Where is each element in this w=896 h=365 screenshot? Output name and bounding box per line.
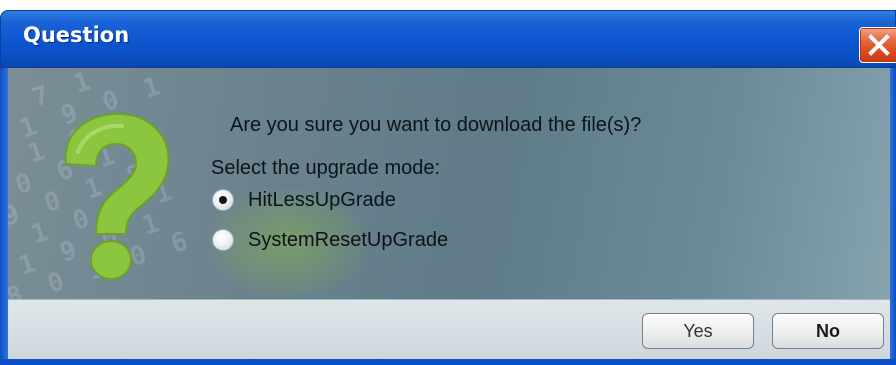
close-button[interactable] (859, 27, 896, 63)
window-frame-left (0, 68, 8, 360)
close-icon (868, 34, 890, 56)
window-frame-right (890, 68, 896, 360)
radio-label-hitless[interactable]: HitLessUpGrade (248, 189, 396, 212)
question-mark-icon (64, 112, 170, 280)
radio-option-hitless[interactable]: HitLessUpGrade (212, 186, 396, 214)
dialog-message: Are you sure you want to download the fi… (230, 114, 642, 136)
dialog-content: 1 0 7 1 0 1 9 0 1 8 1 0 9 1 0 6 1 0 9 0 … (8, 68, 890, 299)
title-bar[interactable]: Question (0, 10, 896, 68)
no-button[interactable]: No (772, 313, 884, 349)
radio-button-selected[interactable] (212, 189, 234, 211)
radio-button-unselected[interactable] (212, 229, 234, 251)
radio-label-system-reset[interactable]: SystemResetUpGrade (248, 229, 448, 252)
window-title: Question (23, 23, 130, 47)
dialog-window: Question 1 0 7 1 0 1 9 0 1 8 1 0 9 1 0 6… (0, 0, 896, 365)
window-frame-bottom (0, 359, 896, 365)
button-bar: Yes No (8, 299, 890, 359)
radio-option-system-reset[interactable]: SystemResetUpGrade (212, 226, 448, 254)
yes-button[interactable]: Yes (642, 313, 754, 349)
upgrade-mode-label: Select the upgrade mode: (211, 157, 441, 179)
radio-dot (219, 196, 227, 204)
